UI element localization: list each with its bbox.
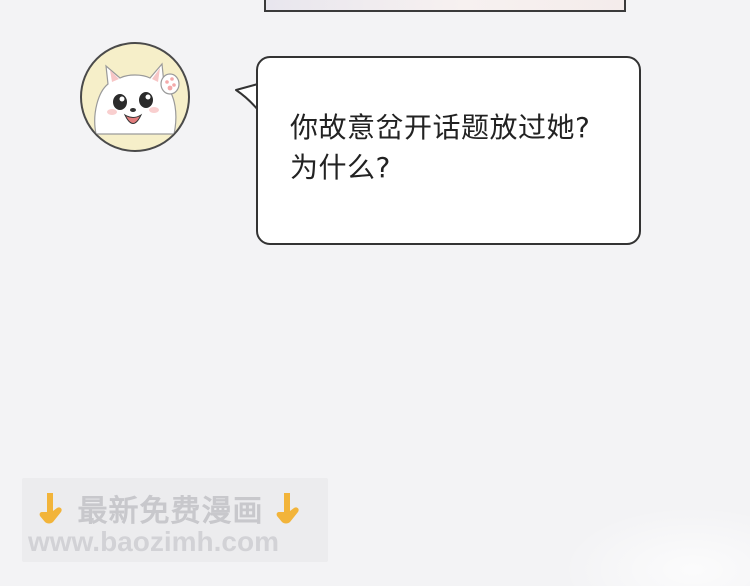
white-cat-icon — [94, 62, 180, 135]
pointing-down-hand-icon — [39, 493, 62, 524]
speech-bubble: 你故意岔开话题放过她? 为什么? — [256, 56, 641, 245]
watermark-title: 最新免费漫画 — [77, 494, 264, 529]
avatar — [80, 42, 190, 152]
watermark-title-row: 最新免费漫画 — [38, 486, 303, 530]
watermark-url: www.baozimh.com — [28, 526, 279, 557]
previous-panel-edge — [264, 0, 626, 12]
speech-text: 你故意岔开话题放过她? 为什么? — [290, 111, 591, 184]
watermark: 最新免费漫画 www.baozimh.com — [22, 478, 328, 562]
pointing-down-hand-icon — [276, 493, 299, 524]
background-glint — [560, 505, 750, 586]
